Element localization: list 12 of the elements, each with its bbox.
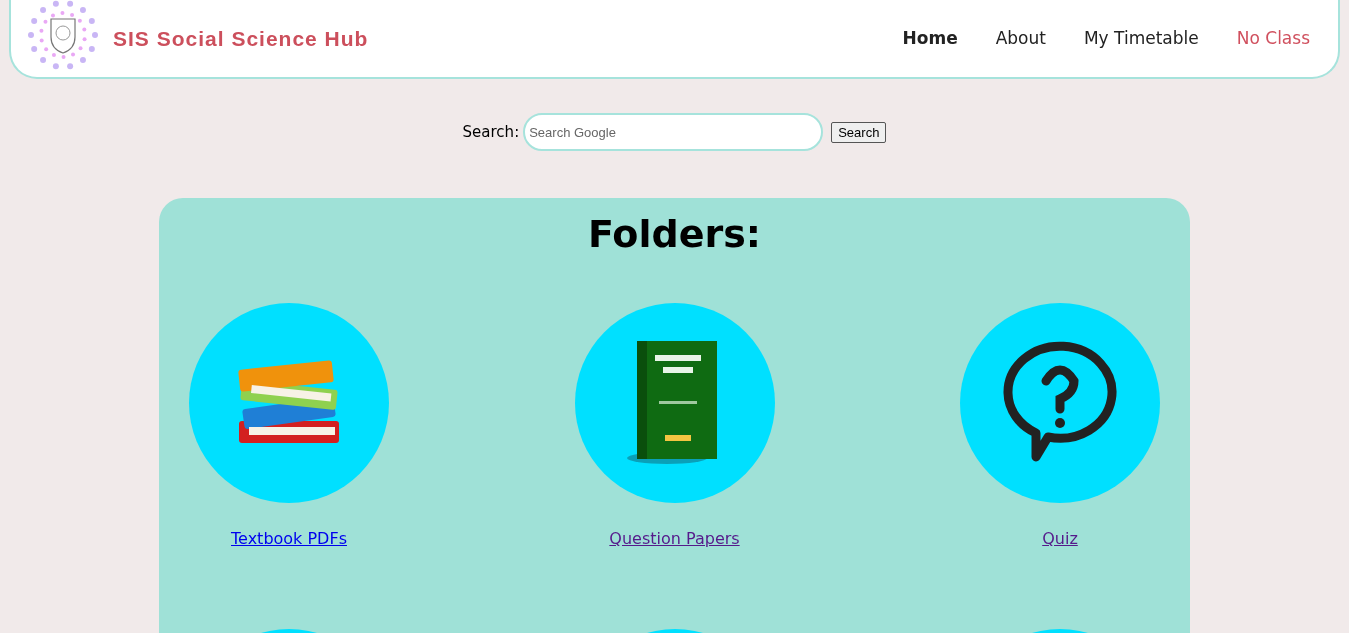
nav-link[interactable]: Home: [902, 25, 958, 52]
nav-link[interactable]: My Timetable: [1083, 25, 1199, 52]
nav-link[interactable]: About: [995, 25, 1046, 52]
folder-link[interactable]: Quiz: [1042, 527, 1078, 551]
search-field[interactable]: Search Google: [523, 113, 824, 151]
nav-link[interactable]: No Class: [1236, 25, 1310, 52]
search-button[interactable]: Search: [831, 121, 887, 143]
brand-title: SIS Social Science Hub: [113, 25, 369, 52]
folders-title: Folders:: [587, 211, 762, 258]
folder-link[interactable]: Textbook PDFs: [231, 527, 347, 551]
folder-link[interactable]: Question Papers: [609, 527, 740, 551]
search-label: Search:: [462, 121, 520, 143]
